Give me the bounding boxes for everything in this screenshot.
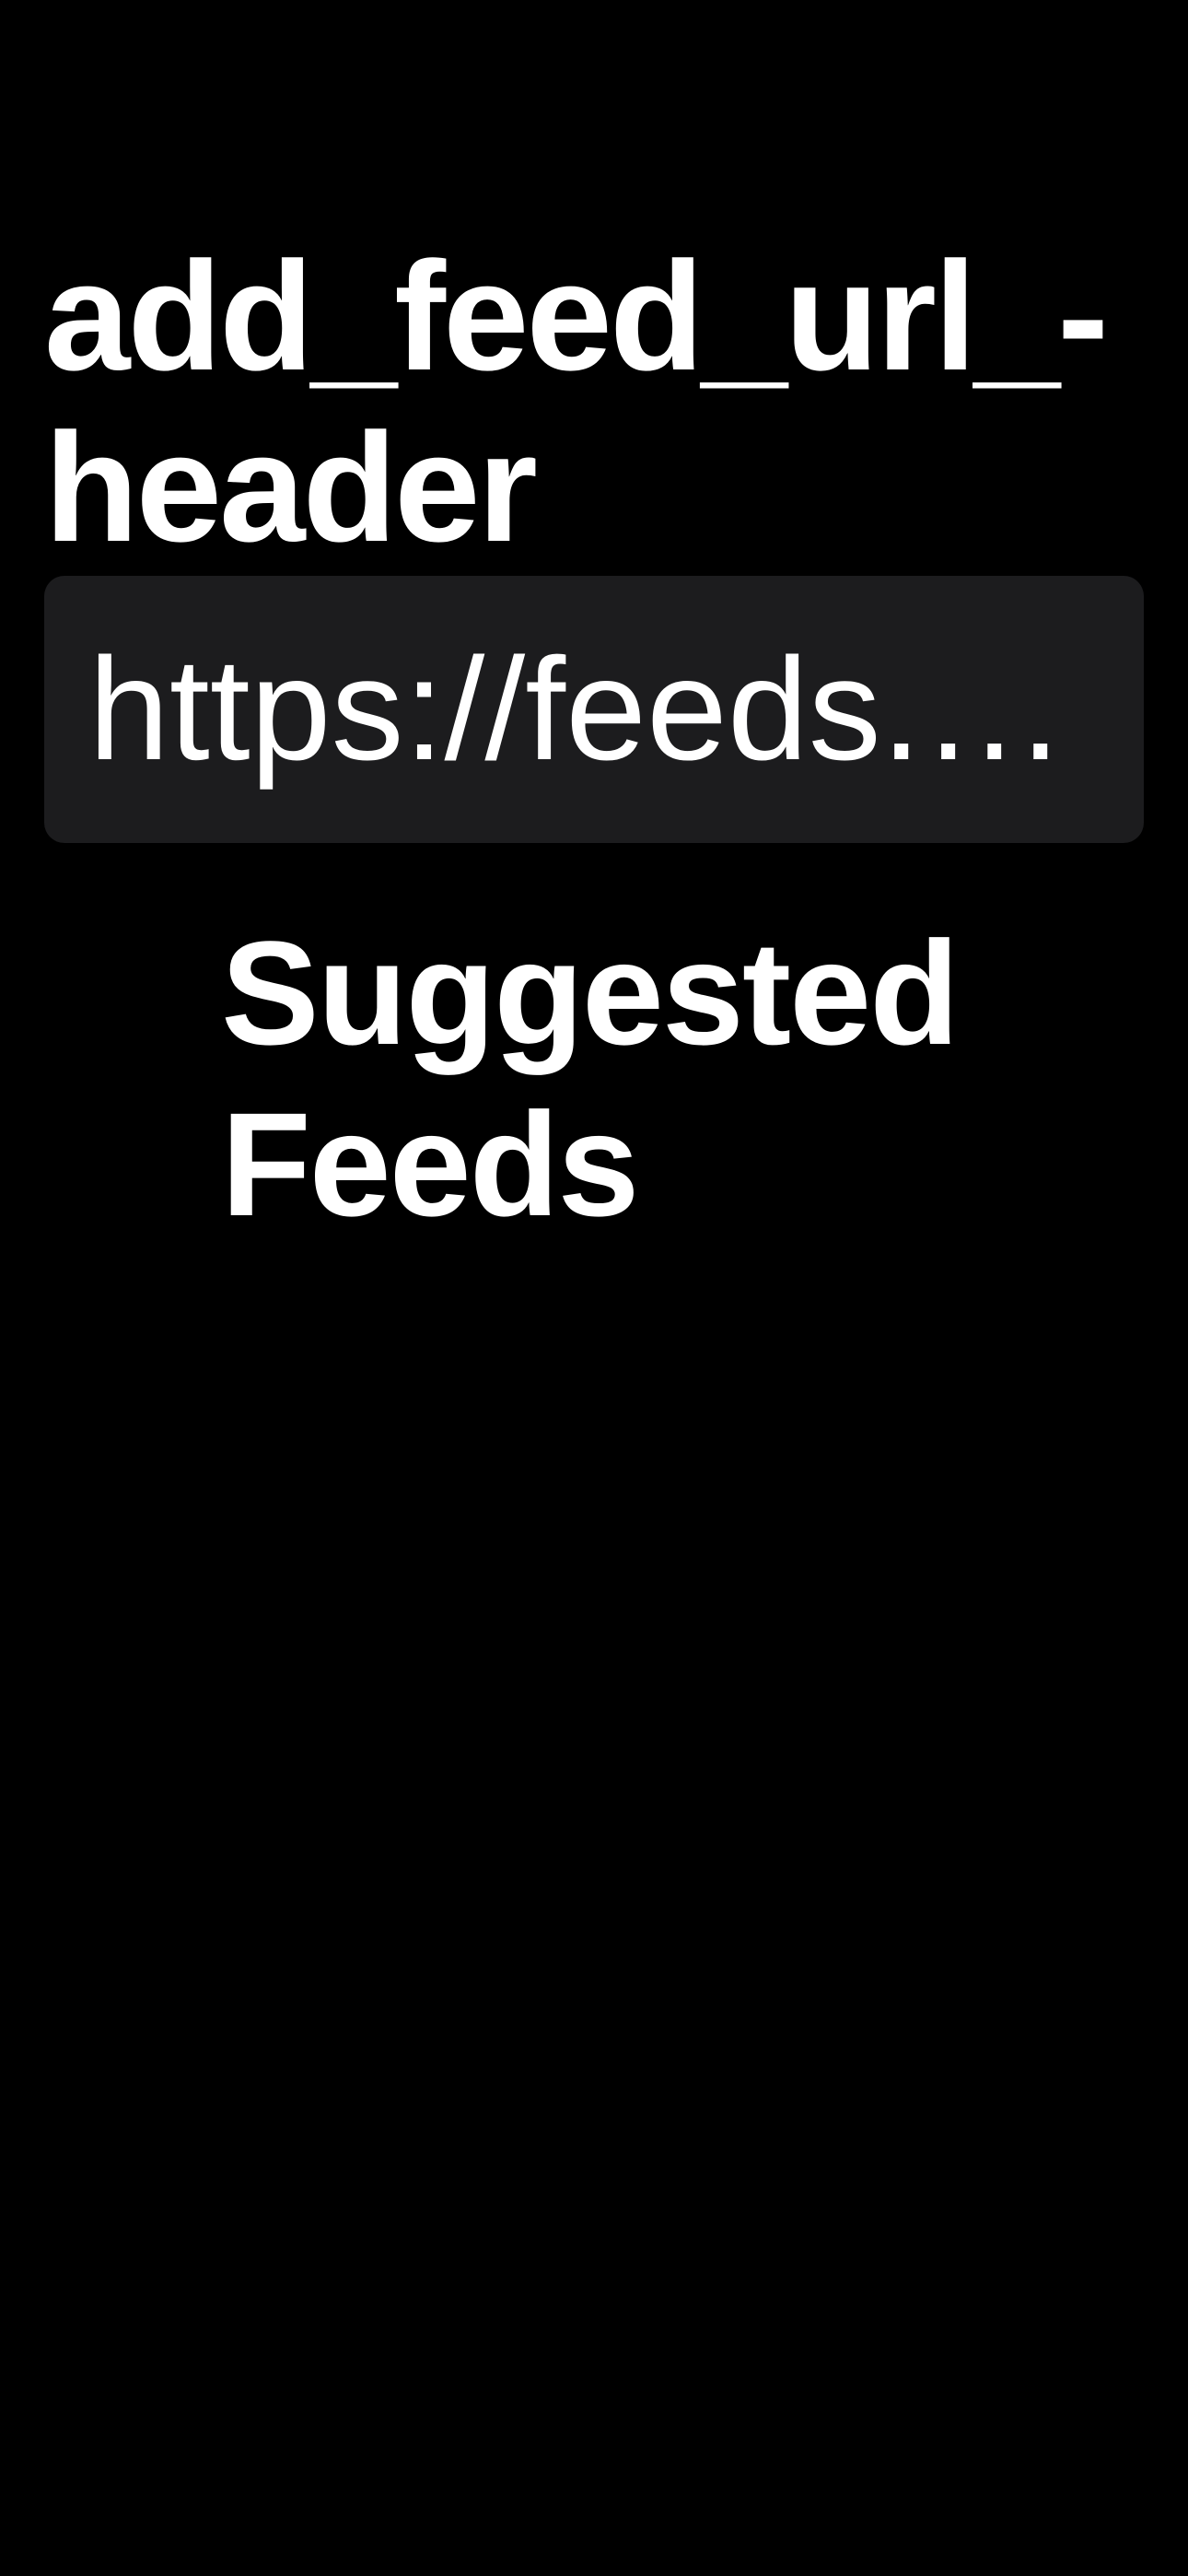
page-title: add_feed_url_-header [44,229,1109,574]
add-feed-screen: add_feed_url_-header Suggested Feeds [0,0,1188,2576]
suggested-feeds-heading: Suggested Feeds [221,910,960,1247]
feed-url-field[interactable] [44,576,1144,843]
feed-url-input[interactable] [88,576,1105,843]
